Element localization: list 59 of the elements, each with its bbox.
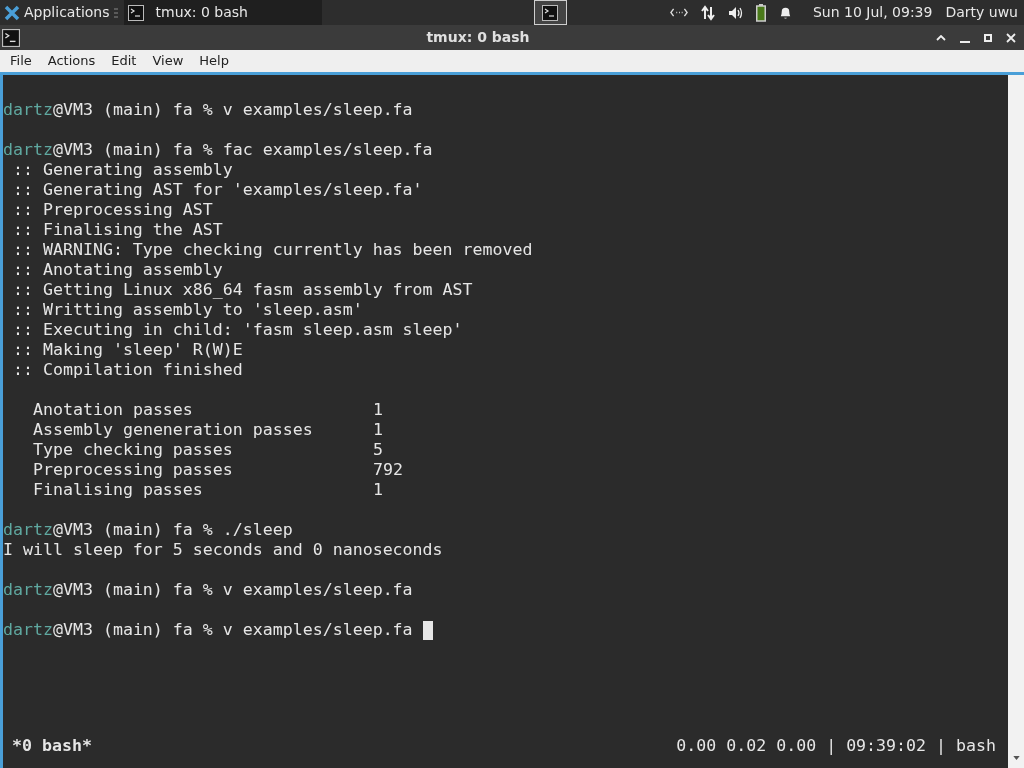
prompt-command: @VM3 (main) fa % v examples/sleep.fa bbox=[52, 620, 413, 640]
prompt-user: dartz bbox=[3, 140, 53, 160]
handle-icon bbox=[113, 7, 118, 18]
transfer-icon[interactable] bbox=[699, 4, 716, 21]
stat-label: Preprocessing passes bbox=[33, 460, 234, 480]
x-logo-icon bbox=[4, 4, 20, 21]
stat-label: Type checking passes bbox=[33, 440, 234, 460]
prompt-user: dartz bbox=[3, 620, 53, 640]
stat-value: 792 bbox=[373, 460, 403, 480]
stat-label: Finalising passes bbox=[33, 480, 204, 500]
output-line: :: Finalising the AST bbox=[12, 220, 223, 240]
stat-label: Anotation passes bbox=[33, 400, 194, 420]
output-line: :: WARNING: Type checking currently has been removed bbox=[12, 240, 533, 260]
tmux-status-info: 0.00 0.02 0.00 | 09:39:02 | bash bbox=[676, 736, 996, 756]
prompt-user: dartz bbox=[3, 580, 53, 600]
menu-item[interactable]: Edit bbox=[103, 51, 145, 71]
terminal-icon bbox=[127, 4, 144, 21]
network-icon[interactable] bbox=[669, 7, 688, 18]
terminal-icon bbox=[542, 4, 559, 21]
output-line: :: Getting Linux x86_64 fasm assembly from AST bbox=[12, 280, 473, 300]
user-name[interactable]: Darty uwu bbox=[945, 2, 1018, 23]
close-icon[interactable] bbox=[1006, 32, 1016, 43]
clock[interactable]: Sun 10 Jul, 09:39 bbox=[812, 2, 933, 23]
output-line: :: Generating assembly bbox=[12, 160, 233, 180]
caret-up-icon[interactable] bbox=[936, 34, 946, 41]
taskbar-button[interactable]: tmux: 0 bash bbox=[123, 0, 322, 25]
stat-value: 1 bbox=[373, 400, 383, 420]
stat-value: 1 bbox=[373, 480, 383, 500]
menu-item[interactable]: Actions bbox=[39, 51, 104, 71]
output-line: :: Executing in child: 'fasm sleep.asm sleep' bbox=[12, 320, 463, 340]
scrollbar[interactable] bbox=[1008, 75, 1024, 768]
prompt-user: dartz bbox=[3, 100, 53, 120]
terminal-icon bbox=[2, 28, 20, 47]
output-line: :: Preprocessing AST bbox=[12, 200, 213, 220]
battery-icon[interactable] bbox=[755, 3, 766, 22]
prompt-user: dartz bbox=[3, 520, 53, 540]
tmux-window-label: *0 bash* bbox=[12, 736, 92, 756]
output-line: :: Generating AST for 'examples/sleep.fa' bbox=[12, 180, 423, 200]
stat-value: 1 bbox=[373, 420, 383, 440]
prompt-command: @VM3 (main) fa % v examples/sleep.fa bbox=[52, 580, 413, 600]
prompt-command: @VM3 (main) fa % v examples/sleep.fa bbox=[52, 100, 413, 120]
minimize-icon[interactable] bbox=[960, 40, 970, 43]
menu-item[interactable]: Help bbox=[191, 51, 237, 71]
output-line: I will sleep for 5 seconds and 0 nanoseconds bbox=[3, 540, 443, 560]
applications-menu[interactable]: Applications bbox=[0, 0, 114, 25]
prompt-command: @VM3 (main) fa % ./sleep bbox=[52, 520, 293, 540]
output-line: :: Writting assembly to 'sleep.asm' bbox=[12, 300, 363, 320]
output-line: :: Anotating assembly bbox=[12, 260, 223, 280]
window-title: tmux: 0 bash bbox=[426, 28, 530, 47]
menu-item[interactable]: File bbox=[2, 51, 40, 71]
maximize-icon[interactable] bbox=[984, 33, 992, 42]
stat-value: 5 bbox=[373, 440, 383, 460]
menu-item[interactable]: View bbox=[144, 51, 192, 71]
stat-label: Assembly geneneration passes bbox=[33, 420, 314, 440]
scroll-down-icon[interactable] bbox=[1012, 756, 1020, 760]
prompt-command: @VM3 (main) fa % fac examples/sleep.fa bbox=[52, 140, 433, 160]
output-line: :: Making 'sleep' R(W)E bbox=[12, 340, 243, 360]
workspace-button[interactable] bbox=[533, 0, 567, 25]
output-line: :: Compilation finished bbox=[12, 360, 243, 380]
